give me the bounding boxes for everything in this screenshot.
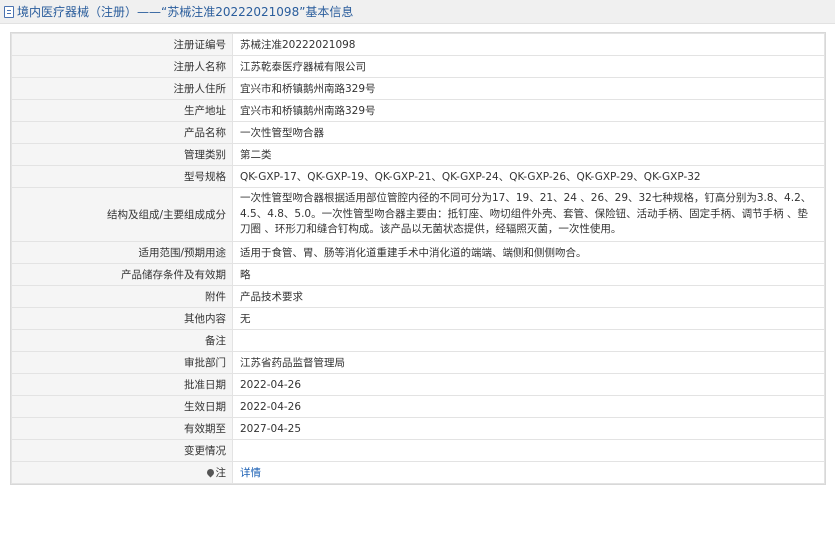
row-value-other-content: 无 bbox=[232, 307, 825, 330]
row-label-product-name: 产品名称 bbox=[11, 121, 233, 144]
row-value-structure-composition: 一次性管型吻合器根据适用部位管腔内径的不同可分为17、19、21、24 、26、… bbox=[232, 187, 825, 242]
row-label-remarks: 备注 bbox=[11, 329, 233, 352]
table-row: 产品储存条件及有效期 略 bbox=[11, 263, 825, 286]
row-label-storage-validity: 产品储存条件及有效期 bbox=[11, 263, 233, 286]
table-row: 附件 产品技术要求 bbox=[11, 285, 825, 308]
table-row: 适用范围/预期用途 适用于食管、胃、肠等消化道重建手术中消化道的端端、端侧和侧侧… bbox=[11, 241, 825, 264]
row-label-structure-composition: 结构及组成/主要组成成分 bbox=[11, 187, 233, 242]
row-label-registrant-name: 注册人名称 bbox=[11, 55, 233, 78]
pin-icon bbox=[205, 467, 215, 477]
row-label-approval-date: 批准日期 bbox=[11, 373, 233, 396]
row-label-effective-date: 生效日期 bbox=[11, 395, 233, 418]
table-row: 审批部门 江苏省药品监督管理局 bbox=[11, 351, 825, 374]
row-value-registrant-address: 宜兴市和桥镇鹅州南路329号 bbox=[232, 77, 825, 100]
row-value-expiry-date: 2027-04-25 bbox=[232, 417, 825, 440]
row-value-approval-department: 江苏省药品监督管理局 bbox=[232, 351, 825, 374]
row-value-attachment: 产品技术要求 bbox=[232, 285, 825, 308]
row-label-production-address: 生产地址 bbox=[11, 99, 233, 122]
row-value-change-status bbox=[232, 439, 825, 462]
row-value-note: 详情 bbox=[232, 461, 825, 484]
row-value-effective-date: 2022-04-26 bbox=[232, 395, 825, 418]
document-icon bbox=[4, 5, 14, 18]
row-label-note: 注 bbox=[11, 461, 233, 484]
note-label: 注 bbox=[215, 466, 227, 479]
details-link[interactable]: 详情 bbox=[240, 467, 261, 479]
row-label-approval-department: 审批部门 bbox=[11, 351, 233, 374]
row-value-product-name: 一次性管型吻合器 bbox=[232, 121, 825, 144]
table-row: 结构及组成/主要组成成分 一次性管型吻合器根据适用部位管腔内径的不同可分为17、… bbox=[11, 187, 825, 242]
table-row: 备注 bbox=[11, 329, 825, 352]
row-label-registrant-address: 注册人住所 bbox=[11, 77, 233, 100]
row-value-model-spec: QK-GXP-17、QK-GXP-19、QK-GXP-21、QK-GXP-24、… bbox=[232, 165, 825, 188]
table-row: 注册证编号 苏械注准20222021098 bbox=[11, 33, 825, 56]
row-label-expiry-date: 有效期至 bbox=[11, 417, 233, 440]
table-row: 变更情况 bbox=[11, 439, 825, 462]
row-value-registrant-name: 江苏乾泰医疗器械有限公司 bbox=[232, 55, 825, 78]
row-value-registration-number: 苏械注准20222021098 bbox=[232, 33, 825, 56]
row-label-model-spec: 型号规格 bbox=[11, 165, 233, 188]
table-row: 生效日期 2022-04-26 bbox=[11, 395, 825, 418]
row-value-intended-use: 适用于食管、胃、肠等消化道重建手术中消化道的端端、端侧和侧侧吻合。 bbox=[232, 241, 825, 264]
row-label-other-content: 其他内容 bbox=[11, 307, 233, 330]
table-row: 产品名称 一次性管型吻合器 bbox=[11, 121, 825, 144]
row-label-registration-number: 注册证编号 bbox=[11, 33, 233, 56]
row-value-management-category: 第二类 bbox=[232, 143, 825, 166]
row-value-remarks bbox=[232, 329, 825, 352]
row-label-management-category: 管理类别 bbox=[11, 143, 233, 166]
info-table-container: 注册证编号 苏械注准20222021098 注册人名称 江苏乾泰医疗器械有限公司… bbox=[10, 32, 826, 485]
table-row: 有效期至 2027-04-25 bbox=[11, 417, 825, 440]
table-row: 注册人名称 江苏乾泰医疗器械有限公司 bbox=[11, 55, 825, 78]
table-row: 批准日期 2022-04-26 bbox=[11, 373, 825, 396]
row-value-production-address: 宜兴市和桥镇鹅州南路329号 bbox=[232, 99, 825, 122]
row-label-attachment: 附件 bbox=[11, 285, 233, 308]
table-row: 管理类别 第二类 bbox=[11, 143, 825, 166]
page-header: 境内医疗器械（注册）——“苏械注准20222021098”基本信息 bbox=[0, 0, 835, 24]
info-table: 注册证编号 苏械注准20222021098 注册人名称 江苏乾泰医疗器械有限公司… bbox=[11, 33, 825, 484]
table-row: 注册人住所 宜兴市和桥镇鹅州南路329号 bbox=[11, 77, 825, 100]
page-title: 境内医疗器械（注册）——“苏械注准20222021098”基本信息 bbox=[17, 5, 354, 19]
table-row: 型号规格 QK-GXP-17、QK-GXP-19、QK-GXP-21、QK-GX… bbox=[11, 165, 825, 188]
row-label-change-status: 变更情况 bbox=[11, 439, 233, 462]
row-value-approval-date: 2022-04-26 bbox=[232, 373, 825, 396]
row-label-intended-use: 适用范围/预期用途 bbox=[11, 241, 233, 264]
table-row: 其他内容 无 bbox=[11, 307, 825, 330]
table-row: 生产地址 宜兴市和桥镇鹅州南路329号 bbox=[11, 99, 825, 122]
row-value-storage-validity: 略 bbox=[232, 263, 825, 286]
table-row: 注 详情 bbox=[11, 461, 825, 484]
